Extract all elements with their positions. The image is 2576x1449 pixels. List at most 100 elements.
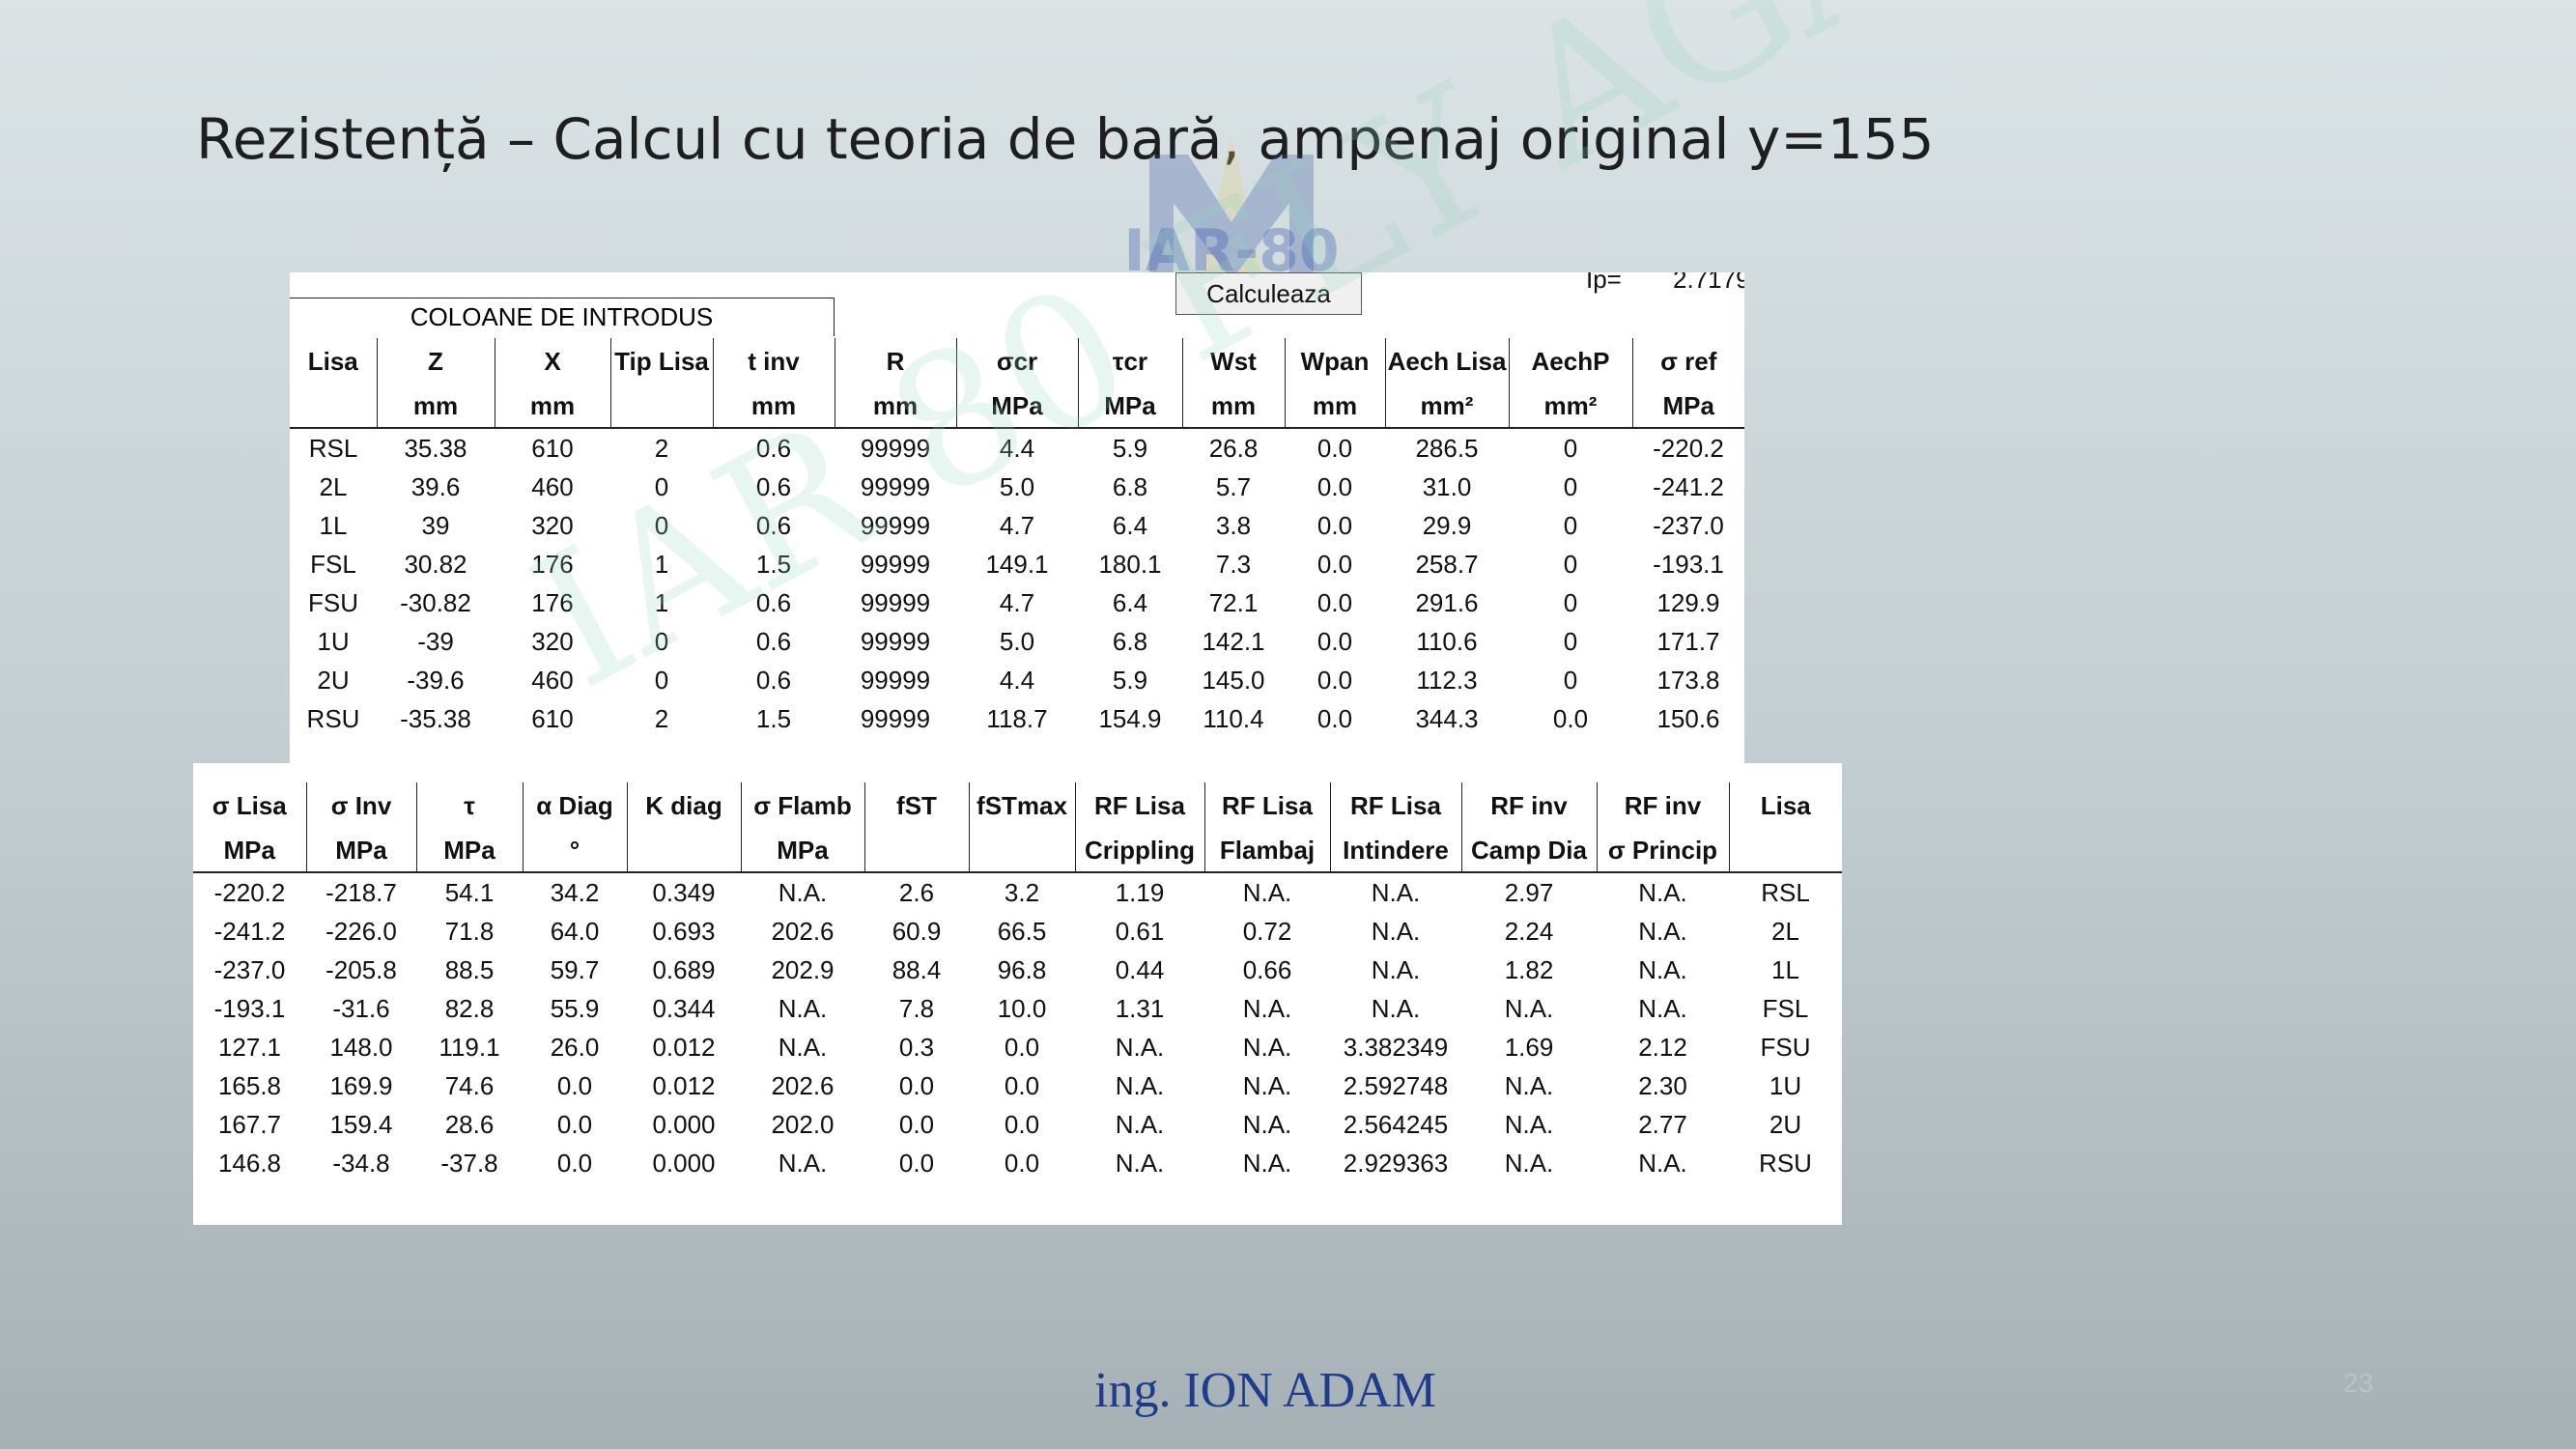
input-table-cell: 99999 — [860, 626, 931, 656]
results-table-cell: 0.000 — [652, 1148, 716, 1178]
input-table-cell: 344.3 — [1415, 703, 1479, 733]
results-table-cell: N.A. — [1371, 954, 1421, 984]
results-table-cell: 2.12 — [1638, 1032, 1687, 1062]
results-table-cell: 0.000 — [652, 1109, 716, 1139]
results-table-row: -220.2 -218.7 54.1 34.2 0.349 N.A. 2.6 3.2 1.19 N… — [193, 872, 1842, 912]
input-table-cell: 110.4 — [1203, 703, 1264, 733]
input-table-cell: 610 — [531, 433, 574, 463]
results-table-cell: 0.0 — [1004, 1032, 1040, 1062]
input-table-cell: RSU — [306, 703, 360, 733]
results-table-cell: N.A. — [1242, 1070, 1292, 1100]
input-table-cell: -30.82 — [400, 587, 471, 617]
results-table-cell: 1.31 — [1115, 993, 1165, 1023]
results-table-cell: N.A. — [1371, 877, 1421, 907]
results-table-cell: N.A. — [1638, 877, 1687, 907]
results-table-cell: 28.6 — [444, 1109, 495, 1139]
results-table-cell: -37.8 — [440, 1148, 498, 1178]
input-unit-cell: MPa — [1077, 384, 1182, 428]
input-header-cell: τcr — [1077, 338, 1182, 384]
results-table-cell: 2.24 — [1504, 916, 1554, 946]
results-table-cell: -193.1 — [213, 993, 286, 1023]
input-table-row: 1U -39 320 0 0.6 99999 5.0 6.8 142.1 0.0 110.6 0 171… — [290, 622, 1744, 661]
results-table-cell: 2.6 — [898, 877, 935, 907]
results-unit-cell — [863, 829, 969, 872]
input-table-cell: 99999 — [860, 665, 931, 695]
results-unit-cell: Camp Dia — [1460, 829, 1597, 872]
input-table-cell: 0 — [1563, 471, 1578, 501]
input-table-cell: 142.1 — [1202, 626, 1265, 656]
input-table-cell: 173.8 — [1656, 665, 1720, 695]
results-table-cell: 0.012 — [652, 1032, 716, 1062]
input-header-cell: Lisa — [307, 346, 358, 376]
results-table-cell: -34.8 — [332, 1148, 390, 1178]
input-table-cell: 0 — [654, 626, 669, 656]
results-table-cell: 7.8 — [898, 993, 935, 1023]
results-table-cell: 0.689 — [652, 954, 716, 984]
input-table-cell: 5.7 — [1215, 471, 1252, 501]
results-table-cell: 0.0 — [556, 1070, 593, 1100]
results-table-cell: 2.592748 — [1343, 1070, 1449, 1100]
input-header-cell: σcr — [955, 338, 1078, 384]
input-header-cell: X — [494, 338, 610, 384]
input-table-cell: 6.4 — [1112, 510, 1148, 540]
input-table-cell: 0 — [1563, 587, 1578, 617]
results-unit-cell — [626, 829, 741, 872]
results-table-cell: 0.0 — [1004, 1109, 1040, 1139]
input-table-cell: 0.0 — [1552, 703, 1589, 733]
input-table-cell: 35.38 — [404, 433, 467, 463]
results-table-cell: 26.0 — [550, 1032, 600, 1062]
input-unit-cell: mm — [376, 384, 495, 428]
results-table-cell: N.A. — [1371, 916, 1421, 946]
input-table-cell: 2 — [654, 703, 669, 733]
input-header-cell: Wst — [1181, 338, 1285, 384]
results-header-cell: K diag — [626, 782, 741, 829]
results-table-cell: N.A. — [1638, 1148, 1687, 1178]
results-table-cell: 0.0 — [556, 1148, 593, 1178]
results-table-cell: N.A. — [778, 1148, 828, 1178]
input-unit-cell: mm² — [1384, 384, 1509, 428]
results-table-cell: 2.30 — [1638, 1070, 1687, 1100]
results-table-cell: N.A. — [1242, 1148, 1292, 1178]
input-table-cell: 4.4 — [999, 665, 1035, 695]
results-table-cell: -226.0 — [326, 916, 397, 946]
results-table-cell: 34.2 — [550, 877, 600, 907]
input-table-cell: 150.6 — [1656, 703, 1720, 733]
input-table-row: FSU -30.82 176 1 0.6 99999 4.7 6.4 72.1 0.0 291.6 0… — [290, 583, 1744, 622]
input-table-cell: 99999 — [860, 587, 931, 617]
input-table-cell: 0 — [1563, 626, 1578, 656]
input-table-cell: 291.6 — [1415, 587, 1479, 617]
results-table-cell: 165.8 — [217, 1070, 282, 1100]
results-unit-cell — [1728, 829, 1842, 872]
input-unit-cell: mm — [1284, 384, 1385, 428]
input-table-cell: 258.7 — [1415, 549, 1479, 579]
results-table-cell: 1L — [1771, 954, 1799, 984]
results-header-cell: σ Lisa — [212, 790, 287, 820]
results-table-cell: N.A. — [1242, 1032, 1292, 1062]
input-table-cell: 2 — [654, 433, 669, 463]
input-table-cell: 5.0 — [999, 471, 1035, 501]
input-table-cell: -193.1 — [1653, 549, 1724, 579]
results-table-cell: 3.382349 — [1343, 1032, 1449, 1062]
calculeaza-button[interactable]: Calculeaza — [1175, 272, 1362, 315]
results-table-header-row: σ Lisa σ Inv τ α Diag K diag σ Flamb fST fSTmax… — [193, 782, 1842, 829]
results-table-cell: 1.19 — [1115, 877, 1165, 907]
results-table-cell: N.A. — [778, 1032, 828, 1062]
results-table-cell: 0.012 — [652, 1070, 716, 1100]
input-table-cell: 460 — [531, 665, 574, 695]
results-header-cell: RF Lisa — [1203, 782, 1330, 829]
input-table-cell: 180.1 — [1098, 549, 1162, 579]
input-table-cell: 6.4 — [1112, 587, 1148, 617]
results-table-cell: RSL — [1761, 877, 1810, 907]
results-table-cell: 55.9 — [550, 993, 600, 1023]
input-table-row: RSU -35.38 610 2 1.5 99999 118.7 154.9 110.4 0.0 3… — [290, 699, 1744, 738]
input-table-cell: 0.0 — [1316, 471, 1353, 501]
results-table-cell: 127.1 — [217, 1032, 282, 1062]
results-table-cell: 1.69 — [1504, 1032, 1554, 1062]
input-header-cell: Aech Lisa — [1384, 338, 1509, 384]
results-table-cell: 202.9 — [771, 954, 835, 984]
results-table-cell: 0.344 — [652, 993, 716, 1023]
results-table-row: -193.1 -31.6 82.8 55.9 0.344 N.A. 7.8 10.0 1.31 N… — [193, 989, 1842, 1028]
ip-value: 2.7179 — [1673, 272, 1744, 294]
results-table-cell: 10.0 — [997, 993, 1047, 1023]
input-header-cell: σ ref — [1631, 338, 1744, 384]
